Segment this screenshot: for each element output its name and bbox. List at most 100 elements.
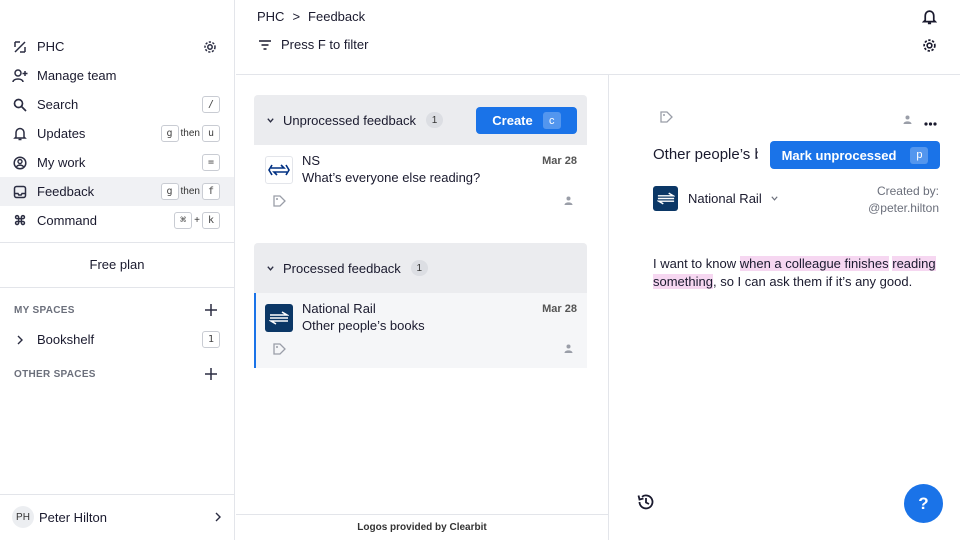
header-divider (236, 74, 960, 75)
breadcrumb-current: Feedback (308, 9, 366, 24)
group-header[interactable]: Processed feedback 1 (254, 243, 587, 293)
workspace-logo-icon (12, 39, 28, 55)
company-name: NS (302, 153, 321, 168)
feedback-date: Mar 28 (542, 303, 577, 315)
column-divider (608, 75, 609, 540)
national-rail-logo-icon (265, 304, 293, 332)
feedback-card-selected[interactable]: National Rail Other people’s books Mar 2… (254, 293, 587, 368)
sidebar-item-label: PHC (37, 39, 65, 54)
user-menu[interactable]: PH Peter Hilton (12, 505, 224, 529)
sidebar-divider (0, 242, 234, 243)
create-label: Create (492, 113, 533, 128)
command-icon: ⌘ (13, 212, 27, 228)
detail-title[interactable]: Other people’s books (653, 146, 758, 163)
shortcut-key: u (202, 125, 220, 142)
sidebar-item-search[interactable]: Search / (0, 90, 234, 119)
sidebar-item-manage-team[interactable]: Manage team (0, 61, 234, 90)
chevron-right-icon[interactable] (12, 332, 28, 348)
notifications-bell-icon[interactable] (921, 9, 938, 28)
user-name: Peter Hilton (39, 509, 107, 525)
add-space-button[interactable] (202, 301, 220, 319)
sidebar-item-my-work[interactable]: My work = (0, 148, 234, 177)
more-options-icon[interactable] (924, 114, 937, 129)
national-rail-logo-icon (653, 186, 678, 211)
sidebar-divider (0, 494, 234, 495)
feedback-summary: What’s everyone else reading? (302, 170, 481, 185)
footer-divider (236, 514, 608, 515)
sidebar-item-workspace[interactable]: PHC (0, 32, 234, 61)
add-user-icon (12, 68, 28, 84)
filter-icon (258, 39, 272, 51)
company-selector[interactable]: National Rail (653, 186, 779, 211)
help-button[interactable]: ? (904, 484, 943, 523)
detail-assignee-icon[interactable] (903, 112, 912, 127)
bell-icon (12, 126, 28, 142)
created-by-user[interactable]: @peter.hilton (868, 200, 939, 217)
sidebar-item-updates[interactable]: Updates g then u (0, 119, 234, 148)
create-button[interactable]: Create c (476, 107, 577, 134)
shortcut-key: / (202, 96, 220, 113)
sidebar-divider (0, 287, 234, 288)
space-count: 1 (202, 331, 220, 348)
group-title: Processed feedback (283, 260, 401, 276)
shortcut-plus: + (194, 215, 200, 226)
body-text: I want to know (653, 256, 740, 271)
group-header[interactable]: Unprocessed feedback 1 Create c (254, 95, 587, 145)
shortcut-key: g (160, 125, 179, 142)
sidebar-item-label: Updates (37, 126, 86, 141)
workspace-settings-icon[interactable] (203, 40, 217, 54)
ns-logo-icon (265, 156, 293, 184)
shortcut-key: c (542, 112, 561, 129)
highlight[interactable]: when a colleague finishes (739, 256, 889, 271)
chevron-down-icon[interactable] (266, 264, 275, 273)
plan-link[interactable]: Free plan (0, 257, 234, 272)
assignee-icon[interactable] (564, 193, 573, 208)
shortcut-then: then (180, 128, 200, 139)
search-icon (12, 97, 28, 113)
feedback-body[interactable]: I want to know when a colleague finishes… (653, 255, 938, 291)
chevron-down-icon (770, 194, 779, 203)
view-settings-icon[interactable] (922, 38, 937, 56)
breadcrumb: PHC > Feedback (257, 9, 365, 24)
mark-unprocessed-label: Mark unprocessed (781, 147, 897, 163)
company-name: National Rail (688, 191, 762, 206)
space-item-bookshelf[interactable]: Bookshelf 1 (0, 325, 234, 354)
group-count: 1 (410, 260, 428, 276)
feedback-date: Mar 28 (542, 155, 577, 167)
filter-bar[interactable]: Press F to filter (258, 37, 368, 52)
shortcut-key: = (202, 154, 220, 171)
space-label: Bookshelf (37, 332, 95, 347)
inbox-icon (12, 184, 28, 200)
created-by: Created by: @peter.hilton (868, 183, 939, 217)
sidebar-item-label: My work (37, 155, 86, 170)
sidebar-item-label: Search (37, 97, 79, 112)
processed-feedback-group: Processed feedback 1 National Rail Other… (254, 243, 587, 368)
assignee-icon[interactable] (564, 341, 573, 356)
tag-icon[interactable] (273, 195, 286, 210)
detail-tag-icon[interactable] (660, 111, 673, 126)
sidebar-item-label: Feedback (37, 184, 95, 199)
breadcrumb-separator: > (292, 9, 301, 24)
chevron-down-icon[interactable] (266, 116, 275, 125)
shortcut-key: k (202, 212, 220, 229)
body-text: , so I can ask them if it’s any good. (712, 274, 913, 289)
mark-unprocessed-button[interactable]: Mark unprocessed p (770, 141, 940, 169)
group-count: 1 (425, 112, 443, 128)
filter-hint: Press F to filter (281, 37, 369, 52)
history-icon[interactable] (636, 492, 656, 515)
feedback-card[interactable]: NS What’s everyone else reading? Mar 28 (254, 145, 587, 220)
sidebar-item-command[interactable]: ⌘ Command ⌘ + k (0, 206, 234, 235)
add-other-space-button[interactable] (202, 365, 220, 383)
shortcut-key: p (910, 146, 929, 164)
feedback-summary: Other people’s books (302, 318, 425, 333)
tag-icon[interactable] (273, 343, 286, 358)
shortcut-key: ⌘ (174, 212, 193, 229)
sidebar: PHC Manage team Search / Updates g then u … (0, 0, 235, 540)
shortcut-key: f (202, 183, 220, 200)
unprocessed-feedback-group: Unprocessed feedback 1 Create c NS What’… (254, 95, 587, 220)
chevron-right-icon (214, 512, 222, 522)
avatar: PH (12, 506, 34, 528)
sidebar-item-feedback[interactable]: Feedback g then f (0, 177, 234, 206)
breadcrumb-root[interactable]: PHC (257, 9, 284, 24)
target-user-icon (12, 155, 28, 171)
